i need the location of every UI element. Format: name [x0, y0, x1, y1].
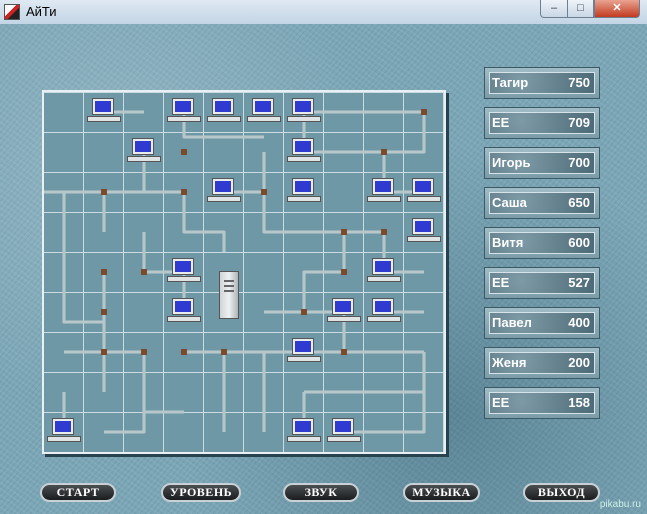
window-title: АйТи: [26, 4, 57, 19]
computer-icon: [407, 216, 441, 248]
start-button[interactable]: СТАРТ: [40, 483, 116, 502]
leaderboard-row: Саша 650: [484, 187, 600, 219]
leaderboard-row: Павел 400: [484, 307, 600, 339]
pipe: [62, 192, 184, 414]
computer-icon: [327, 296, 361, 328]
computer-icon: [367, 256, 401, 288]
computer-icon: [287, 136, 321, 168]
exit-button[interactable]: ВЫХОД: [523, 483, 600, 502]
leaderboard-row: Тагир 750: [484, 67, 600, 99]
computer-icon: [287, 336, 321, 368]
pipe: [144, 270, 266, 432]
player-score: 709: [568, 115, 590, 130]
computer-icon: [127, 136, 161, 168]
computer-icon: [367, 296, 401, 328]
player-score: 750: [568, 75, 590, 90]
leaderboard-row: Игорь 700: [484, 147, 600, 179]
computer-icon: [207, 96, 241, 128]
player-score: 200: [568, 355, 590, 370]
app-icon: [4, 4, 20, 20]
leaderboard-row: Витя 600: [484, 227, 600, 259]
pipe: [62, 352, 426, 434]
game-area: Тагир 750 EE 709 Игорь 700 Саша 650 Витя 600 EE 527…: [0, 24, 647, 514]
sound-button[interactable]: ЗВУК: [283, 483, 359, 502]
close-button[interactable]: ✕: [594, 0, 640, 18]
computer-icon: [167, 96, 201, 128]
computer-icon: [327, 416, 361, 448]
computer-icon: [287, 96, 321, 128]
player-name: Женя: [492, 355, 527, 370]
player-name: Тагир: [492, 75, 529, 90]
player-name: Саша: [492, 195, 527, 210]
player-score: 158: [568, 395, 590, 410]
player-name: Игорь: [492, 155, 531, 170]
computer-icon: [287, 416, 321, 448]
computer-icon: [407, 176, 441, 208]
level-button[interactable]: УРОВЕНЬ: [161, 483, 241, 502]
game-board[interactable]: [42, 90, 446, 454]
player-name: EE: [492, 115, 510, 130]
computer-icon: [367, 176, 401, 208]
computer-icon: [287, 176, 321, 208]
computer-icon: [167, 296, 201, 328]
pipe: [224, 190, 346, 312]
player-name: EE: [492, 275, 510, 290]
player-name: Витя: [492, 235, 524, 250]
leaderboard-row: EE 527: [484, 267, 600, 299]
server-icon: [219, 271, 239, 319]
leaderboard-row: EE 158: [484, 387, 600, 419]
music-button[interactable]: МУЗЫКА: [403, 483, 480, 502]
player-name: Павел: [492, 315, 532, 330]
player-score: 650: [568, 195, 590, 210]
title-bar: АйТи – □ ✕: [0, 0, 647, 25]
player-score: 400: [568, 315, 590, 330]
computer-icon: [247, 96, 281, 128]
watermark: pikabu.ru: [599, 499, 641, 510]
player-name: EE: [492, 395, 510, 410]
leaderboard-row: Женя 200: [484, 347, 600, 379]
computer-icon: [87, 96, 121, 128]
leaderboard-row: EE 709: [484, 107, 600, 139]
maximize-button[interactable]: □: [567, 0, 594, 18]
minimize-button[interactable]: –: [540, 0, 568, 18]
player-score: 700: [568, 155, 590, 170]
computer-icon: [207, 176, 241, 208]
computer-icon: [47, 416, 81, 448]
player-score: 527: [568, 275, 590, 290]
player-score: 600: [568, 235, 590, 250]
computer-icon: [167, 256, 201, 288]
